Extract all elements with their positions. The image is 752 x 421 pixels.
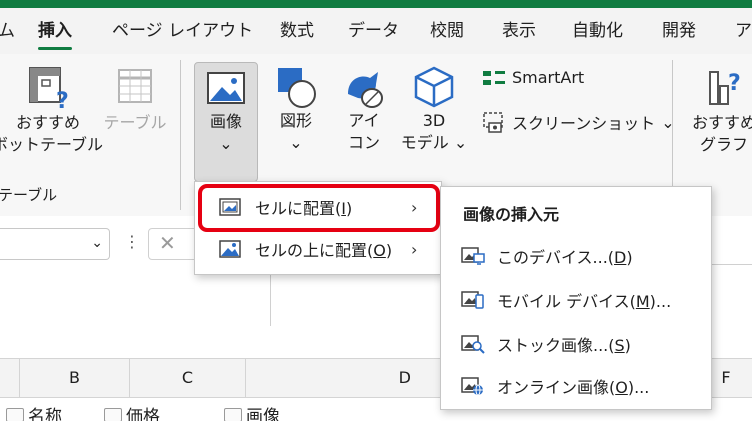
online-images-icon: [461, 377, 483, 396]
shapes-icon: [278, 68, 316, 108]
screenshot-icon: [483, 112, 503, 133]
table-icon: [118, 69, 152, 103]
filter-icon[interactable]: [224, 407, 242, 421]
tab-home-partial[interactable]: ム: [0, 8, 15, 54]
pivot-table-icon: ?: [29, 67, 69, 112]
3d-models-button[interactable]: 3D モデル ⌄: [398, 64, 470, 154]
tab-review[interactable]: 校閲: [430, 8, 464, 54]
title-bar-strip: [0, 0, 752, 8]
cell-d1[interactable]: 画像: [224, 402, 280, 421]
column-header-b[interactable]: B: [20, 359, 130, 397]
menu-item-mobile-device[interactable]: モバイル デバイス(M)...: [461, 287, 671, 313]
group-separator: [180, 60, 181, 210]
icons-button[interactable]: アイ コン: [334, 64, 394, 154]
submenu-header: 画像の挿入元: [463, 205, 560, 224]
recommended-pivot-button[interactable]: ? おすすめ ボットテーブル: [0, 64, 103, 156]
image-button[interactable]: 画像 ⌄: [194, 62, 258, 182]
cell-c1[interactable]: 価格: [104, 402, 160, 421]
tab-addins-partial[interactable]: ア: [735, 8, 752, 54]
tab-data[interactable]: データ: [348, 8, 399, 54]
filter-icon[interactable]: [104, 407, 122, 421]
picture-icon: [207, 72, 245, 104]
insert-from-submenu: 画像の挿入元 このデバイス...(D) モバイル デバイス(M)... ストック…: [440, 186, 712, 410]
recommended-charts-button[interactable]: ? おすすめ グラフ: [684, 64, 752, 156]
cancel-icon[interactable]: ✕: [159, 231, 176, 255]
column-header-a[interactable]: [0, 359, 20, 397]
menu-item-online-images[interactable]: オンライン画像(O)...: [461, 373, 649, 399]
chevron-right-icon: ›: [411, 239, 418, 259]
menu-item-this-device[interactable]: このデバイス...(D): [461, 243, 633, 269]
tab-automate[interactable]: 自動化: [572, 8, 623, 54]
shapes-button[interactable]: 図形 ⌄: [266, 64, 326, 154]
group-label-tables: テーブル: [0, 186, 58, 204]
chevron-down-icon: ⌄: [289, 133, 303, 152]
smartart-button[interactable]: SmartArt: [482, 68, 584, 87]
table-button[interactable]: テーブル: [98, 64, 172, 134]
menu-item-place-over-cells[interactable]: セルの上に配置(O) ›: [219, 236, 439, 262]
chevron-down-icon: ⌄: [453, 133, 468, 152]
mobile-device-icon: [461, 291, 484, 309]
smartart-icon: [483, 70, 505, 85]
tab-formulas[interactable]: 数式: [280, 8, 314, 54]
device-icon: [461, 247, 485, 265]
ribbon-tab-bar: ム 挿入 ページ レイアウト 数式 データ 校閲 表示 自動化 開発 ア: [0, 8, 752, 54]
cube-icon: [414, 66, 454, 108]
svg-text:?: ?: [56, 89, 69, 112]
more-options-icon[interactable]: ⋮: [124, 232, 140, 251]
tab-insert[interactable]: 挿入: [38, 8, 72, 54]
menu-item-stock-images[interactable]: ストック画像...(S): [461, 331, 631, 357]
chevron-down-icon: ⌄: [219, 134, 233, 153]
highlight-annotation: [198, 184, 440, 232]
place-over-cells-icon: [219, 240, 241, 258]
name-box[interactable]: ⌄: [0, 228, 110, 260]
filter-icon[interactable]: [6, 407, 24, 421]
column-header-c[interactable]: C: [130, 359, 246, 397]
icons-icon: [348, 72, 383, 108]
tab-developer[interactable]: 開発: [662, 8, 696, 54]
chevron-down-icon[interactable]: ⌄: [91, 235, 103, 251]
stock-images-icon: [461, 335, 485, 354]
screenshot-button[interactable]: スクリーンショット ⌄: [482, 110, 675, 134]
tab-page-layout[interactable]: ページ レイアウト: [112, 8, 253, 54]
cell-b1[interactable]: 名称: [6, 402, 62, 421]
recommended-chart-icon: ?: [709, 71, 741, 105]
svg-text:?: ?: [728, 71, 741, 96]
tab-view[interactable]: 表示: [502, 8, 536, 54]
